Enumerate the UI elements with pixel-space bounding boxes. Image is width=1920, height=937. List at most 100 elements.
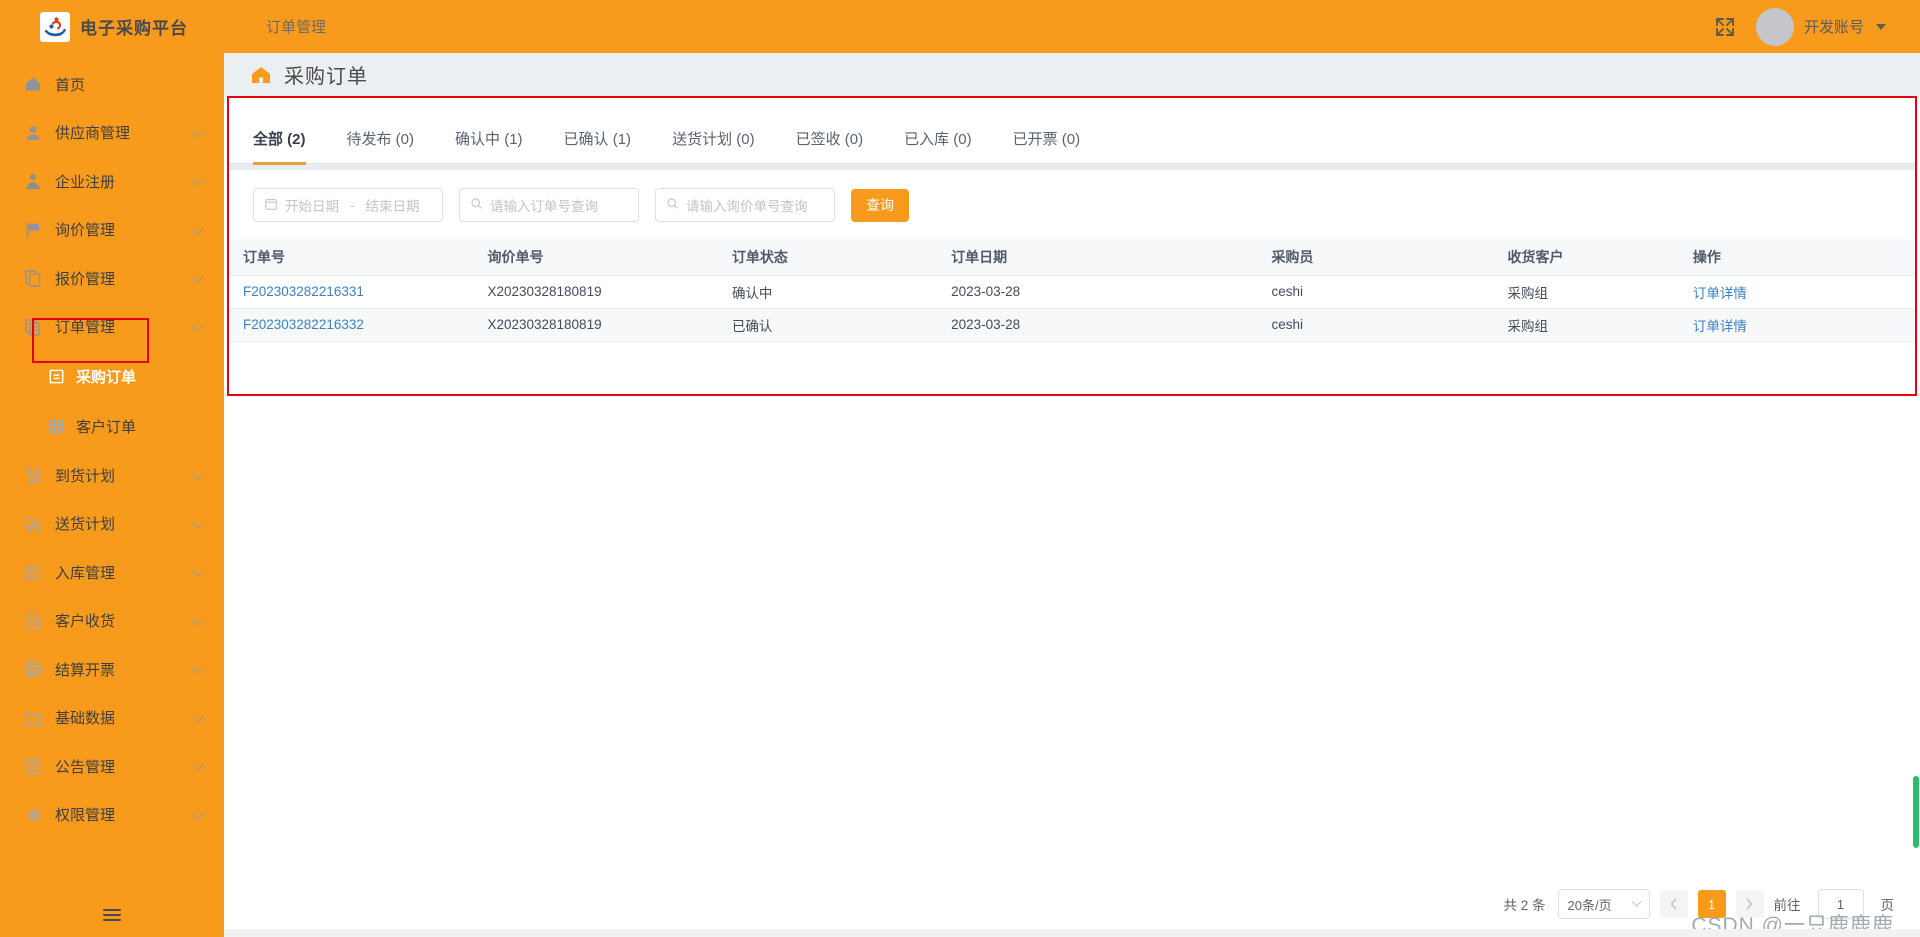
sidebar-item-label: 结算开票 <box>55 661 116 679</box>
inquiry-no-placeholder: 请输入询价单号查询 <box>686 199 808 214</box>
chevron-down-icon <box>191 758 204 771</box>
tab-all[interactable]: 全部 (2) <box>253 128 306 165</box>
date-start-placeholder: 开始日期 <box>285 199 339 214</box>
home-icon <box>22 73 44 95</box>
sidebar-item-arrival-plan[interactable]: 到货计划 <box>0 451 224 500</box>
order-no-link[interactable]: F202303282216332 <box>243 317 364 332</box>
brand[interactable]: 电子采购平台 <box>0 11 224 42</box>
top-bar-right: 开发账号 <box>1714 7 1920 46</box>
query-button[interactable]: 查询 <box>851 188 909 222</box>
pagination-jump-input[interactable] <box>1817 889 1864 919</box>
order-detail-link[interactable]: 订单详情 <box>1693 286 1747 301</box>
sidebar-item-settlement-invoice[interactable]: 结算开票 <box>0 645 224 694</box>
menu-collapse-icon[interactable] <box>0 907 224 923</box>
search-icon <box>470 197 483 213</box>
sidebar-item-basic-data[interactable]: 基础数据 <box>0 694 224 743</box>
sidebar-item-label: 送货计划 <box>55 516 116 534</box>
column-buyer: 采购员 <box>1257 239 1494 276</box>
cell-customer: 采购组 <box>1493 275 1679 309</box>
user-menu[interactable]: 开发账号 <box>1755 7 1886 46</box>
sidebar-item-enterprise-register[interactable]: 企业注册 <box>0 157 224 206</box>
folder-icon <box>22 707 44 729</box>
sidebar-item-label: 基础数据 <box>55 710 116 728</box>
table-row[interactable]: F202303282216332 X20230328180819 已确认 202… <box>229 308 1915 342</box>
pagination-page-1[interactable]: 1 <box>1697 890 1726 918</box>
column-customer: 收货客户 <box>1493 239 1679 276</box>
page-size-select[interactable]: 20条/页 <box>1557 889 1650 919</box>
sidebar-item-customer-order[interactable]: 客户订单 <box>0 401 224 451</box>
sidebar-item-label: 客户收货 <box>55 613 116 631</box>
flag-icon <box>22 219 44 241</box>
order-detail-link[interactable]: 订单详情 <box>1693 319 1747 334</box>
sidebar-item-label: 供应商管理 <box>55 125 131 143</box>
chevron-down-icon <box>191 467 204 480</box>
table-row[interactable]: F202303282216331 X20230328180819 确认中 202… <box>229 275 1915 309</box>
sidebar-item-inquiry-management[interactable]: 询价管理 <box>0 206 224 255</box>
chevron-down-icon <box>191 318 204 332</box>
top-nav-item-order-management[interactable]: 订单管理 <box>252 16 340 37</box>
page-header: 采购订单 <box>224 53 1920 96</box>
calendar-icon <box>264 197 278 214</box>
sidebar-item-label: 采购订单 <box>76 368 137 386</box>
chevron-down-icon <box>191 709 204 723</box>
sidebar-item-warehouse-management[interactable]: 入库管理 <box>0 548 224 597</box>
inbox-icon <box>22 561 44 583</box>
tab-confirmed[interactable]: 已确认 (1) <box>564 128 632 163</box>
user-icon <box>22 122 44 144</box>
sidebar-item-delivery-plan[interactable]: 送货计划 <box>0 500 224 549</box>
cell-inquiry-no: X20230328180819 <box>473 275 718 309</box>
sidebar-item-supplier-management[interactable]: 供应商管理 <box>0 109 224 158</box>
column-order-status: 订单状态 <box>717 239 938 276</box>
sidebar: 首页 供应商管理 企业注册 询价管理 报价管理 订单管理 采购订单 客户订单 到… <box>0 53 224 937</box>
cell-customer: 采购组 <box>1493 308 1679 342</box>
chevron-down-icon <box>191 124 204 138</box>
cart-icon <box>22 464 44 486</box>
chevron-down-icon <box>191 564 204 577</box>
notice-icon <box>22 755 44 777</box>
tab-invoiced[interactable]: 已开票 (0) <box>1013 128 1081 163</box>
chevron-down-icon <box>1631 896 1641 907</box>
sidebar-item-notice-management[interactable]: 公告管理 <box>0 742 224 791</box>
scroll-indicator[interactable] <box>1913 776 1919 848</box>
order-no-search-input[interactable]: 请输入订单号查询 <box>459 188 639 222</box>
sidebar-item-permission-management[interactable]: 权限管理 <box>0 791 224 840</box>
cell-order-status: 已确认 <box>717 308 938 342</box>
pagination: 共 2 条 20条/页 1 前往 页 <box>1503 889 1894 919</box>
page-title: 采购订单 <box>284 66 368 88</box>
fullscreen-icon[interactable] <box>1714 16 1736 38</box>
sidebar-item-label: 公告管理 <box>55 758 116 776</box>
tab-confirming[interactable]: 确认中 (1) <box>455 128 523 163</box>
order-no-link[interactable]: F202303282216331 <box>243 284 364 299</box>
inquiry-no-search-input[interactable]: 请输入询价单号查询 <box>655 188 835 222</box>
pagination-jump-unit: 页 <box>1880 898 1895 913</box>
sidebar-item-quotation-management[interactable]: 报价管理 <box>0 254 224 303</box>
date-range-picker[interactable]: 开始日期 - 结束日期 <box>253 188 443 222</box>
body-wrap: 首页 供应商管理 企业注册 询价管理 报价管理 订单管理 采购订单 客户订单 到… <box>0 53 1920 937</box>
tab-signed[interactable]: 已签收 (0) <box>796 128 864 163</box>
user-badge-icon <box>22 170 44 192</box>
gear-icon <box>22 804 44 826</box>
tab-pending-release[interactable]: 待发布 (0) <box>347 128 415 163</box>
pagination-next-button[interactable] <box>1735 890 1764 918</box>
cell-buyer: ceshi <box>1257 308 1494 342</box>
cell-buyer: ceshi <box>1257 275 1494 309</box>
copy-icon <box>22 267 44 289</box>
home-solid-icon <box>248 62 274 88</box>
sidebar-item-customer-receipt[interactable]: 客户收货 <box>0 597 224 646</box>
sidebar-item-order-management[interactable]: 订单管理 <box>0 303 224 352</box>
page-size-value: 20条/页 <box>1567 897 1612 913</box>
sidebar-item-home[interactable]: 首页 <box>0 60 224 109</box>
table-header-row: 订单号 询价单号 订单状态 订单日期 采购员 收货客户 操作 <box>229 239 1915 276</box>
tab-stocked-in[interactable]: 已入库 (0) <box>904 128 972 163</box>
cell-order-date: 2023-03-28 <box>937 308 1258 342</box>
cell-order-date: 2023-03-28 <box>937 275 1258 309</box>
tab-delivery-plan[interactable]: 送货计划 (0) <box>672 128 755 163</box>
sidebar-item-purchase-order[interactable]: 采购订单 <box>0 351 224 401</box>
chevron-down-icon <box>1876 23 1886 30</box>
main-content: 采购订单 全部 (2) 待发布 (0) 确认中 (1) 已确认 (1) 送货计划… <box>224 53 1920 937</box>
column-order-no: 订单号 <box>229 239 474 276</box>
cell-action: 订单详情 <box>1678 308 1915 342</box>
pagination-prev-button[interactable] <box>1659 890 1688 918</box>
status-tabs: 全部 (2) 待发布 (0) 确认中 (1) 已确认 (1) 送货计划 (0) … <box>229 98 1915 165</box>
cell-order-no: F202303282216332 <box>229 308 474 342</box>
